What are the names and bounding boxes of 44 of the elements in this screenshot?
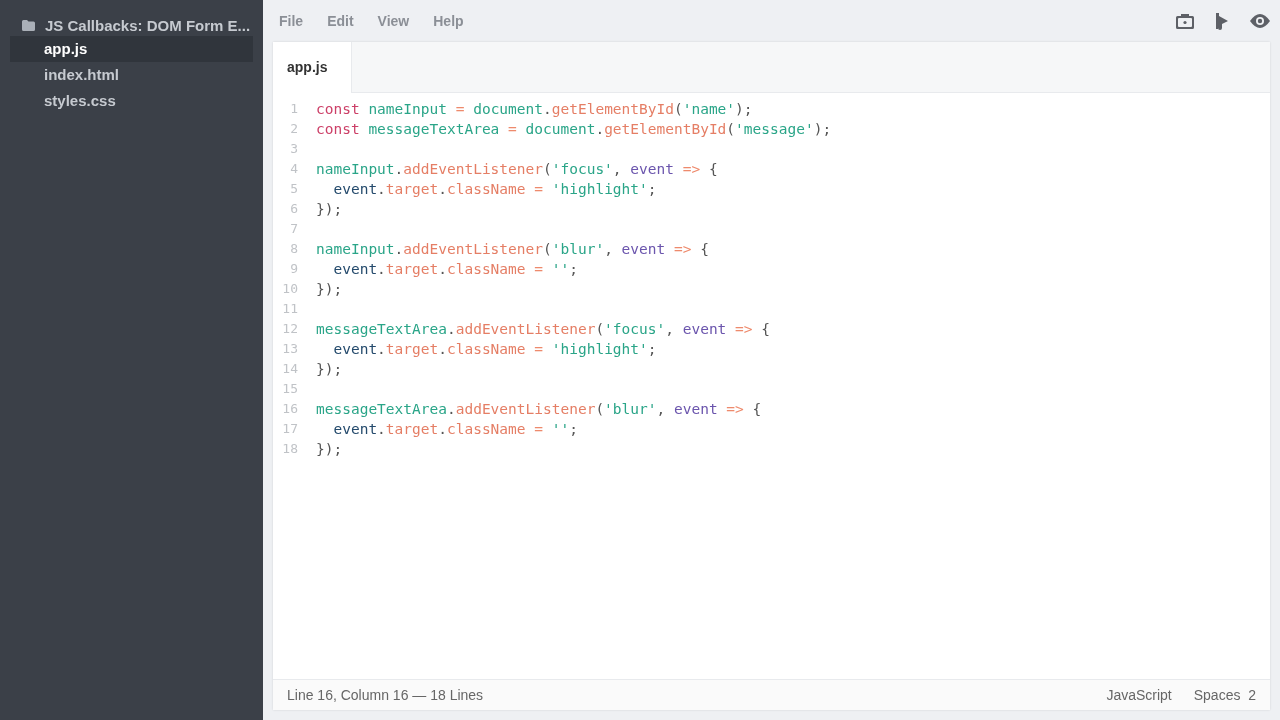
line-number: 10: [281, 280, 298, 298]
line-number: 4: [289, 160, 298, 178]
code-line: nameInput.addEventListener('focus', event => {: [316, 160, 718, 179]
project-title[interactable]: JS Callbacks: DOM Form E...: [45, 16, 251, 34]
sidebar-file[interactable]: app.js: [10, 36, 253, 62]
language-mode[interactable]: JavaScript: [1106, 687, 1172, 703]
code-line: event.target.className = '';: [332, 420, 578, 439]
code-line: });: [316, 200, 343, 219]
code-line: });: [316, 360, 343, 379]
code-line: event.target.className = '';: [332, 260, 578, 279]
line-number: 17: [281, 420, 298, 438]
line-number: 3: [289, 140, 298, 158]
line-number: 14: [281, 360, 298, 378]
indent-setting[interactable]: Spaces 2: [1193, 687, 1256, 703]
code-line: messageTextArea.addEventListener('blur', event => {: [316, 400, 762, 419]
code-line: });: [316, 280, 343, 299]
line-number: 9: [289, 260, 298, 278]
code-line: nameInput.addEventListener('blur', event => {: [316, 240, 709, 259]
line-number: 11: [281, 300, 298, 318]
code-line: const nameInput = document.getElementById('name');: [316, 100, 753, 119]
line-number: 15: [281, 380, 298, 398]
line-number: 5: [289, 180, 298, 198]
line-number: 12: [281, 320, 298, 338]
line-number: 2: [289, 120, 298, 138]
eye-icon[interactable]: [1250, 14, 1270, 28]
cursor-position: Line 16, Column 16 — 18 Lines: [287, 687, 484, 703]
folder-icon: [22, 19, 35, 31]
line-number: 13: [281, 340, 298, 358]
code-line: messageTextArea.addEventListener('focus', event => {: [316, 320, 770, 339]
flag-icon[interactable]: [1214, 12, 1230, 30]
line-number: 7: [289, 220, 298, 238]
line-number: 1: [289, 100, 298, 118]
camera-icon[interactable]: [1176, 13, 1194, 29]
file-tab[interactable]: app.js: [273, 42, 353, 93]
sidebar-file[interactable]: styles.css: [10, 88, 253, 114]
line-number: 6: [289, 200, 298, 218]
code-line: event.target.className = 'highlight';: [332, 340, 657, 359]
sidebar-file[interactable]: index.html: [10, 62, 253, 88]
code-line: const messageTextArea = document.getElementById('message');: [316, 120, 832, 139]
line-number: 16: [281, 400, 298, 418]
code-line: });: [316, 440, 343, 459]
code-line: event.target.className = 'highlight';: [332, 180, 657, 199]
line-number: 8: [289, 240, 298, 258]
line-number: 18: [281, 440, 298, 458]
